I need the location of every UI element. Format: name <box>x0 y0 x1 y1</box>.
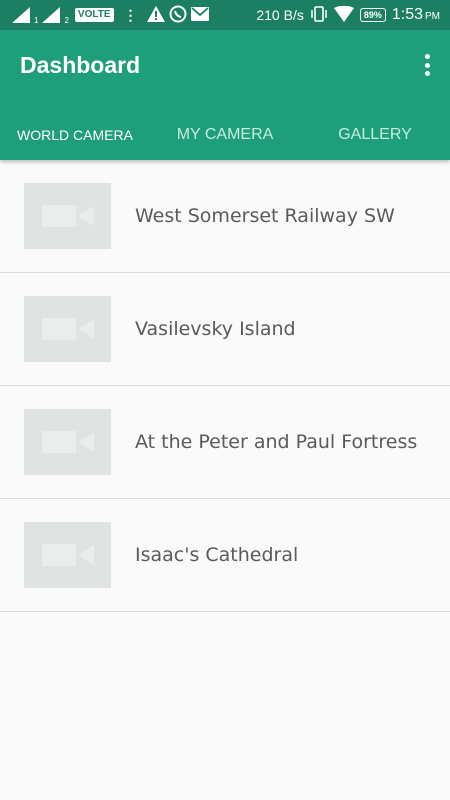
sim1-label: 1 <box>34 15 39 25</box>
overflow-menu-icon[interactable] <box>422 54 432 76</box>
battery-icon: 89% <box>359 8 386 22</box>
camera-name: West Somerset Railway SW <box>135 205 395 227</box>
app-bar: Dashboard WORLD CAMERA MY CAMERA GALLERY <box>0 30 450 160</box>
menu-dot <box>424 54 430 59</box>
volte-badge: VOLTE <box>74 8 114 22</box>
camera-thumbnail <box>24 296 111 362</box>
camera-name: Vasilevsky Island <box>135 318 296 340</box>
net-speed: 210 B/s <box>256 7 304 23</box>
sim2-label: 2 <box>64 15 69 25</box>
status-bar: 1 2 VOLTE ⋮ 210 B/s 89% 1:53 PM <box>0 0 450 30</box>
tab-gallery[interactable]: GALLERY <box>300 110 450 160</box>
video-camera-icon <box>41 205 94 227</box>
list-item[interactable]: Vasilevsky Island <box>0 273 450 386</box>
signal-icon <box>12 7 34 23</box>
more-notifications-icon: ⋮ <box>123 6 138 23</box>
signal-icon <box>42 7 64 23</box>
camera-thumbnail <box>24 183 111 249</box>
video-camera-icon <box>41 318 94 340</box>
camera-name: At the Peter and Paul Fortress <box>135 431 418 453</box>
list-item[interactable]: Isaac's Cathedral <box>0 499 450 612</box>
screen: 1 2 VOLTE ⋮ 210 B/s 89% 1:53 PM Dashboar… <box>0 0 450 800</box>
vibrate-icon <box>310 5 328 25</box>
clock-time: 1:53 <box>391 6 423 23</box>
whatsapp-icon <box>169 5 187 26</box>
clock-ampm: PM <box>425 11 440 22</box>
camera-thumbnail <box>24 522 111 588</box>
video-camera-icon <box>41 544 94 566</box>
page-title: Dashboard <box>20 52 141 78</box>
list-item[interactable]: At the Peter and Paul Fortress <box>0 386 450 499</box>
clock: 1:53 PM <box>392 6 440 24</box>
camera-name: Isaac's Cathedral <box>135 544 299 566</box>
tab-bar: WORLD CAMERA MY CAMERA GALLERY <box>0 110 450 160</box>
mail-icon <box>190 6 209 24</box>
camera-thumbnail <box>24 409 111 475</box>
warning-icon <box>146 5 165 25</box>
menu-dot <box>424 71 430 76</box>
status-right: 210 B/s 89% 1:53 PM <box>256 3 440 25</box>
menu-dot <box>424 62 430 68</box>
list-item[interactable]: West Somerset Railway SW <box>0 160 450 273</box>
tab-world-camera[interactable]: WORLD CAMERA <box>0 110 150 160</box>
video-camera-icon <box>41 431 94 453</box>
status-left: 1 2 VOLTE ⋮ <box>12 5 209 26</box>
camera-list: West Somerset Railway SW Vasilevsky Isla… <box>0 160 450 612</box>
wifi-icon <box>333 3 354 25</box>
tab-my-camera[interactable]: MY CAMERA <box>150 110 300 160</box>
